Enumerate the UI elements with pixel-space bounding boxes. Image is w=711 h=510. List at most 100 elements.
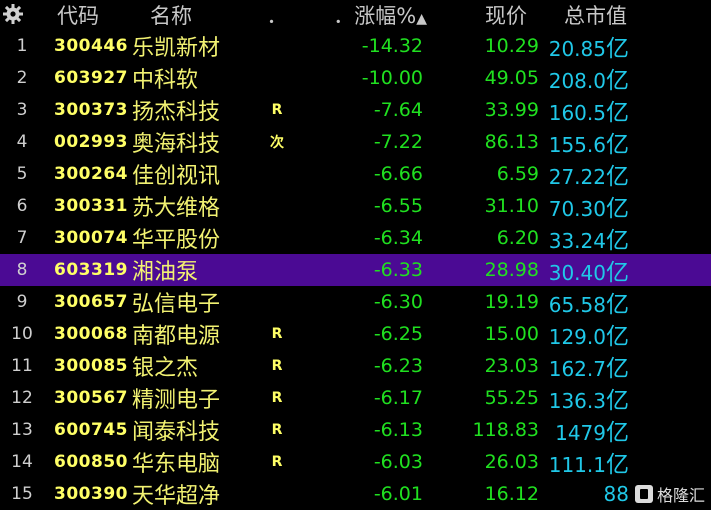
table-row[interactable]: 11 300085 银之杰 R -6.23 23.03 162.7亿 (0, 350, 711, 382)
change-pct: -6.55 (373, 195, 423, 217)
current-price: 28.98 (484, 259, 539, 281)
change-pct: -14.32 (361, 35, 423, 57)
header-code[interactable]: 代码 (44, 0, 132, 30)
row-number: 13 (11, 420, 33, 440)
table-row[interactable]: 2 603927 中科软 -10.00 49.05 208.0亿 (0, 62, 711, 94)
market-cap-value: 129.0 (548, 325, 606, 349)
row-number: 15 (11, 484, 33, 504)
stock-name: 苏大维格 (132, 196, 221, 221)
current-price: 10.29 (484, 35, 539, 57)
market-cap: 70.30亿 (547, 189, 633, 223)
table-row[interactable]: 9 300657 弘信电子 -6.30 19.19 65.58亿 (0, 286, 711, 318)
market-cap-value: 70.30 (548, 197, 606, 221)
header-change-pct[interactable]: ．涨幅%▲ (312, 0, 427, 30)
change-pct: -6.03 (373, 451, 423, 473)
stock-code: 300446 (54, 36, 128, 56)
settings-cell[interactable] (0, 0, 44, 30)
stock-flag: 次 (270, 135, 284, 151)
table-row[interactable]: 1 300446 乐凯新材 -14.32 10.29 20.85亿 (0, 30, 711, 62)
stock-code: 603319 (54, 260, 128, 280)
stock-flag: R (271, 422, 283, 438)
header-separator: ． (266, 4, 288, 28)
row-number: 6 (16, 196, 28, 216)
gelonghui-logo-icon (634, 485, 653, 503)
market-cap-unit: 亿 (606, 452, 629, 478)
stock-name: 湘油泵 (132, 260, 199, 285)
stock-code: 002993 (54, 132, 128, 152)
table-row[interactable]: 15 300390 天华超净 -6.01 16.12 88 (0, 478, 711, 510)
market-cap-value: 27.22 (548, 165, 606, 189)
row-number: 3 (16, 100, 28, 120)
change-pct: -6.23 (373, 355, 423, 377)
market-cap-unit: 亿 (606, 420, 629, 446)
market-cap: 155.6亿 (547, 125, 633, 159)
market-cap-value: 111.1 (548, 453, 606, 477)
market-cap: 30.40亿 (547, 253, 633, 287)
current-price: 86.13 (484, 131, 539, 153)
market-cap-value: 160.5 (548, 101, 606, 125)
market-cap: 111.1亿 (547, 445, 633, 479)
gear-icon[interactable] (2, 3, 24, 25)
table-body: 1 300446 乐凯新材 -14.32 10.29 20.85亿 2 603927 中科软 -1… (0, 30, 711, 510)
market-cap-value: 33.24 (548, 229, 606, 253)
stock-name: 中科软 (132, 68, 199, 93)
market-cap: 162.7亿 (547, 349, 633, 383)
change-pct: -6.01 (373, 483, 423, 505)
row-number: 5 (16, 164, 28, 184)
market-cap-unit: 亿 (606, 164, 629, 190)
stock-code: 603927 (54, 68, 128, 88)
table-row[interactable]: 10 300068 南都电源 R -6.25 15.00 129.0亿 (0, 318, 711, 350)
table-row[interactable]: 5 300264 佳创视讯 -6.66 6.59 27.22亿 (0, 158, 711, 190)
stock-name: 银之杰 (132, 356, 199, 381)
current-price: 49.05 (484, 67, 539, 89)
change-pct: -6.13 (373, 419, 423, 441)
current-price: 19.19 (484, 291, 539, 313)
stock-name: 佳创视讯 (132, 164, 221, 189)
row-number: 2 (16, 68, 28, 88)
market-cap: 208.0亿 (547, 61, 633, 95)
stock-code: 300068 (54, 324, 128, 344)
market-cap-value: 88 (603, 482, 629, 506)
change-pct: -6.66 (373, 163, 423, 185)
header-price[interactable]: 现价 (427, 0, 547, 30)
market-cap-unit: 亿 (606, 356, 629, 382)
stock-name: 华东电脑 (132, 452, 221, 477)
row-number: 10 (11, 324, 33, 344)
table-row[interactable]: 13 600745 闻泰科技 R -6.13 118.83 1479亿 (0, 414, 711, 446)
market-cap-unit: 亿 (606, 36, 629, 62)
current-price: 23.03 (484, 355, 539, 377)
stock-name: 华平股份 (132, 228, 221, 253)
table-row[interactable]: 4 002993 奥海科技 次 -7.22 86.13 155.6亿 (0, 126, 711, 158)
market-cap-unit: 亿 (606, 100, 629, 126)
stock-flag: R (271, 454, 283, 470)
table-row[interactable]: 6 300331 苏大维格 -6.55 31.10 70.30亿 (0, 190, 711, 222)
market-cap-unit: 亿 (606, 196, 629, 222)
market-cap: 33.24亿 (547, 221, 633, 255)
stock-name: 南都电源 (132, 324, 221, 349)
header-market-cap[interactable]: 总市值 (547, 0, 633, 30)
change-pct: -6.34 (373, 227, 423, 249)
stock-code: 300264 (54, 164, 128, 184)
header-name[interactable]: 名称 (132, 0, 242, 30)
table-row[interactable]: 14 600850 华东电脑 R -6.03 26.03 111.1亿 (0, 446, 711, 478)
market-cap-value: 1479 (555, 421, 606, 445)
stock-name: 乐凯新材 (132, 36, 221, 61)
table-row[interactable]: 8 603319 湘油泵 -6.33 28.98 30.40亿 (0, 254, 711, 286)
stock-code: 300331 (54, 196, 128, 216)
header-change-pct-label: ．涨幅% (333, 4, 417, 28)
row-number: 14 (11, 452, 33, 472)
change-pct: -6.30 (373, 291, 423, 313)
stock-code: 300567 (54, 388, 128, 408)
table-row[interactable]: 7 300074 华平股份 -6.34 6.20 33.24亿 (0, 222, 711, 254)
stock-code: 300390 (54, 484, 128, 504)
change-pct: -6.17 (373, 387, 423, 409)
row-number: 4 (16, 132, 28, 152)
current-price: 55.25 (484, 387, 539, 409)
change-pct: -10.00 (361, 67, 423, 89)
table-row[interactable]: 12 300567 精测电子 R -6.17 55.25 136.3亿 (0, 382, 711, 414)
stock-name: 扬杰科技 (132, 100, 221, 125)
current-price: 31.10 (484, 195, 539, 217)
table-row[interactable]: 3 300373 扬杰科技 R -7.64 33.99 160.5亿 (0, 94, 711, 126)
change-pct: -6.33 (373, 259, 423, 281)
row-number: 12 (11, 388, 33, 408)
